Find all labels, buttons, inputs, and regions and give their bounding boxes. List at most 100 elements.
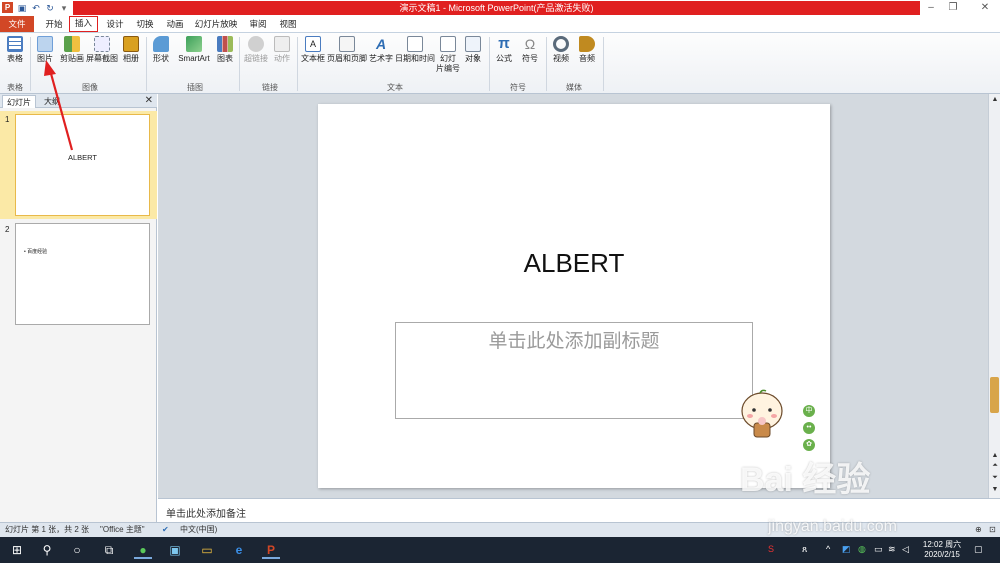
- action-label: 动作: [274, 54, 290, 63]
- table-button[interactable]: 表格: [3, 36, 27, 64]
- scroll-up-icon[interactable]: ▲: [990, 452, 1000, 459]
- video-button[interactable]: 视频: [550, 36, 572, 64]
- tab-slideshow[interactable]: 幻灯片放映: [192, 16, 240, 32]
- shapes-button[interactable]: 形状: [149, 36, 173, 64]
- group-separator: [239, 37, 240, 91]
- subtitle-placeholder[interactable]: 单击此处添加副标题: [395, 322, 753, 419]
- slides-panel-tabs: 幻灯片 大纲 ✕: [0, 94, 157, 108]
- windows-start-icon[interactable]: ⊞: [8, 541, 26, 559]
- group-symbols: 符号: [510, 83, 526, 92]
- close-icon[interactable]: ✕: [145, 94, 153, 108]
- picture-label: 图片: [37, 54, 53, 63]
- sogou-input-icon[interactable]: S: [768, 544, 774, 554]
- scroll-up-icon[interactable]: ▲: [990, 96, 1000, 103]
- input-method-skin-button[interactable]: ✿: [803, 439, 815, 451]
- slide-thumbnail[interactable]: • 百度经验: [15, 223, 150, 325]
- album-icon: [123, 36, 139, 52]
- textbox-button[interactable]: A 文本框: [299, 36, 327, 64]
- symbol-icon: Ω: [524, 36, 536, 52]
- title-bar: P ▣ ↶ ↻ ▾ 演示文稿1 - Microsoft PowerPoint(产…: [0, 0, 1000, 16]
- baidu-watermark: Bai 经验: [740, 461, 871, 499]
- smartart-label: SmartArt: [178, 54, 210, 63]
- header-footer-button[interactable]: 页眉和页脚: [327, 36, 367, 64]
- tab-design[interactable]: 设计: [101, 16, 129, 32]
- zoom-in-icon[interactable]: ⊕: [975, 523, 982, 537]
- action-icon: [274, 36, 290, 52]
- people-icon[interactable]: ጸ: [802, 544, 807, 555]
- next-slide-icon[interactable]: ⏷: [990, 474, 1000, 482]
- wechat-tray-icon[interactable]: ◍: [858, 544, 866, 555]
- tray-expand-icon[interactable]: ^: [826, 544, 830, 554]
- slide-title[interactable]: ALBERT: [318, 248, 830, 279]
- tab-slides[interactable]: 幻灯片: [2, 95, 36, 108]
- chart-button[interactable]: 图表: [214, 36, 236, 64]
- tab-home[interactable]: 开始: [40, 16, 68, 32]
- scroll-down-icon[interactable]: ▼: [990, 486, 1000, 493]
- slide-canvas[interactable]: ALBERT 单击此处添加副标题 中 •• ✿: [318, 104, 830, 488]
- group-images: 图像: [82, 83, 98, 92]
- scrollbar-thumb[interactable]: [990, 377, 999, 413]
- screenshot-button[interactable]: 屏幕截图: [86, 36, 118, 64]
- previous-slide-icon[interactable]: ⏶: [990, 462, 1000, 470]
- action-button[interactable]: 动作: [270, 36, 294, 64]
- thumbnail-title: ALBERT: [67, 153, 98, 162]
- taskbar-clock[interactable]: 12:02 周六 2020/2/15: [918, 540, 966, 560]
- image-viewer-icon[interactable]: ▣: [166, 541, 184, 559]
- undo-icon[interactable]: ↶: [30, 2, 42, 14]
- wordart-button[interactable]: A 艺术字: [368, 36, 394, 64]
- album-label: 相册: [123, 54, 139, 63]
- powerpoint-app-icon[interactable]: P: [2, 2, 13, 13]
- smartart-icon: [186, 36, 202, 52]
- clipart-button[interactable]: 剪贴画: [58, 36, 86, 64]
- equation-button[interactable]: π 公式: [493, 36, 515, 64]
- browser-360-icon[interactable]: ●: [134, 541, 152, 559]
- edge-icon[interactable]: e: [230, 541, 248, 559]
- symbol-label: 符号: [522, 54, 538, 63]
- cortana-icon[interactable]: ○: [68, 541, 86, 559]
- hyperlink-button[interactable]: 超链接: [242, 36, 270, 64]
- slide-thumbnail[interactable]: ALBERT: [15, 114, 150, 216]
- redo-icon[interactable]: ↻: [44, 2, 56, 14]
- customize-quick-access-icon[interactable]: ▾: [58, 2, 70, 14]
- minimize-icon[interactable]: –: [922, 2, 940, 14]
- battery-icon[interactable]: ▭: [874, 544, 883, 555]
- symbol-button[interactable]: Ω 符号: [519, 36, 541, 64]
- restore-icon[interactable]: ❐: [944, 2, 962, 14]
- tab-outline[interactable]: 大纲: [40, 95, 64, 108]
- slides-panel: 幻灯片 大纲 ✕ 1 ALBERT 2 • 百度经验: [0, 94, 157, 522]
- notification-icon[interactable]: ▢: [974, 544, 983, 555]
- tab-file[interactable]: 文件: [0, 16, 34, 32]
- wifi-icon[interactable]: ≋: [888, 544, 896, 555]
- tab-review[interactable]: 审阅: [244, 16, 272, 32]
- datetime-button[interactable]: 日期和时间: [395, 36, 435, 64]
- tab-transitions[interactable]: 切换: [131, 16, 159, 32]
- language-status[interactable]: 中文(中国): [180, 523, 217, 537]
- input-method-emoji-button[interactable]: ••: [803, 422, 815, 434]
- tab-insert[interactable]: 插入: [69, 16, 98, 32]
- tab-animations[interactable]: 动画: [161, 16, 189, 32]
- video-icon: [553, 36, 569, 52]
- powerpoint-taskbar-icon[interactable]: P: [262, 541, 280, 559]
- tab-view[interactable]: 视图: [274, 16, 302, 32]
- security-tray-icon[interactable]: ◩: [842, 544, 851, 555]
- task-view-icon[interactable]: ⧉: [100, 541, 118, 559]
- save-icon[interactable]: ▣: [16, 2, 28, 14]
- album-button[interactable]: 相册: [120, 36, 142, 64]
- spellcheck-icon[interactable]: ✔: [162, 523, 169, 537]
- close-window-icon[interactable]: ✕: [976, 2, 994, 14]
- volume-icon[interactable]: ◁: [902, 544, 909, 555]
- object-button[interactable]: 对象: [462, 36, 484, 64]
- slide-number-button[interactable]: 幻灯 片编号: [436, 36, 460, 74]
- audio-button[interactable]: 音频: [576, 36, 598, 64]
- search-icon[interactable]: ⚲: [38, 541, 56, 559]
- vertical-scrollbar[interactable]: ▲ ▲ ⏶ ⏷ ▼: [988, 94, 1000, 498]
- input-method-chinese-button[interactable]: 中: [803, 405, 815, 417]
- slide-number-label: 幻灯 片编号: [436, 54, 460, 73]
- group-separator: [603, 37, 604, 91]
- file-explorer-icon[interactable]: ▭: [198, 541, 216, 559]
- smartart-button[interactable]: SmartArt: [175, 36, 213, 64]
- object-label: 对象: [465, 54, 481, 63]
- picture-button[interactable]: 图片: [32, 36, 58, 64]
- fit-window-icon[interactable]: ⊡: [989, 523, 996, 537]
- hyperlink-label: 超链接: [244, 54, 268, 63]
